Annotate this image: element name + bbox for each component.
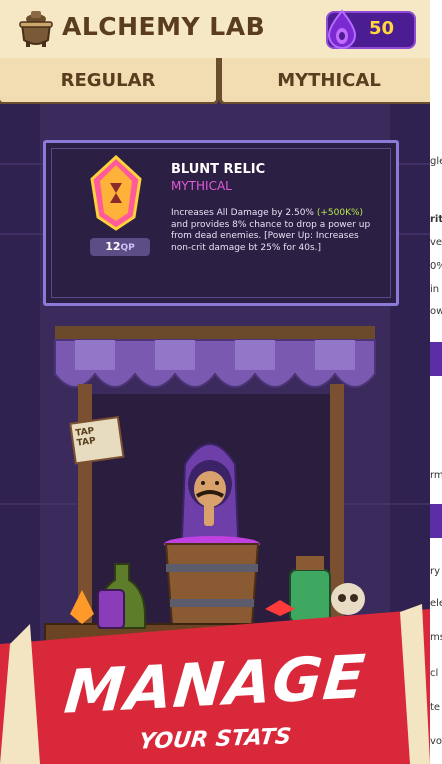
side-fragment: ms <box>430 632 442 643</box>
relic-rarity: MYTHICAL <box>171 179 232 193</box>
crystal-relic-icon <box>90 155 142 231</box>
tab-mythical[interactable]: MYTHICAL <box>219 58 430 105</box>
gem-counter[interactable]: 50 <box>326 9 416 49</box>
game-screen: ALCHEMY LAB 50 REGULAR MYTHICAL 12QP BLU… <box>0 0 430 764</box>
relic-info-card: 12QP BLUNT RELIC MYTHICAL Increases All … <box>43 140 399 306</box>
side-fragment: in <box>430 284 440 295</box>
awning-beam <box>55 326 375 340</box>
background-page-strip: gle rit ve 0% in ow rm ry ele ms cl te v… <box>430 0 442 764</box>
side-fragment: rm <box>430 470 442 481</box>
qp-cost-badge: 12QP <box>90 238 150 256</box>
side-bar <box>430 342 442 376</box>
category-tabs: REGULAR MYTHICAL <box>0 58 430 105</box>
side-bar <box>430 504 442 538</box>
side-fragment: ow <box>430 306 442 317</box>
side-fragment: ry <box>430 566 441 577</box>
tab-regular[interactable]: REGULAR <box>0 58 219 105</box>
side-fragment: vo <box>430 736 442 747</box>
potion-barrel <box>164 536 260 625</box>
screen-title: ALCHEMY LAB <box>62 12 266 41</box>
header-bar: ALCHEMY LAB 50 <box>0 0 430 61</box>
relic-name: BLUNT RELIC <box>171 162 266 177</box>
relic-desc-part-1: Increases All Damage by 2.50% <box>171 208 314 218</box>
side-fragment: ve <box>430 237 442 248</box>
qp-unit: QP <box>120 243 135 253</box>
purple-gem-icon <box>327 9 357 49</box>
relic-description: Increases All Damage by 2.50% (+500K%) a… <box>171 208 371 254</box>
side-fragment: rit <box>430 214 442 225</box>
side-fragment: gle <box>430 156 442 167</box>
skull <box>331 583 365 615</box>
cauldron-icon <box>19 11 53 47</box>
side-fragment: 0% <box>430 261 442 272</box>
gem-count: 50 <box>368 18 394 39</box>
relic-desc-part-2: and provides 8% chance to drop a power u… <box>171 219 371 253</box>
side-fragment: te <box>430 702 441 713</box>
qp-value: 12 <box>105 240 121 253</box>
relic-desc-highlight: (+500K%) <box>316 208 364 218</box>
side-fragment: cl <box>430 668 439 679</box>
side-fragment: ele <box>430 598 442 609</box>
